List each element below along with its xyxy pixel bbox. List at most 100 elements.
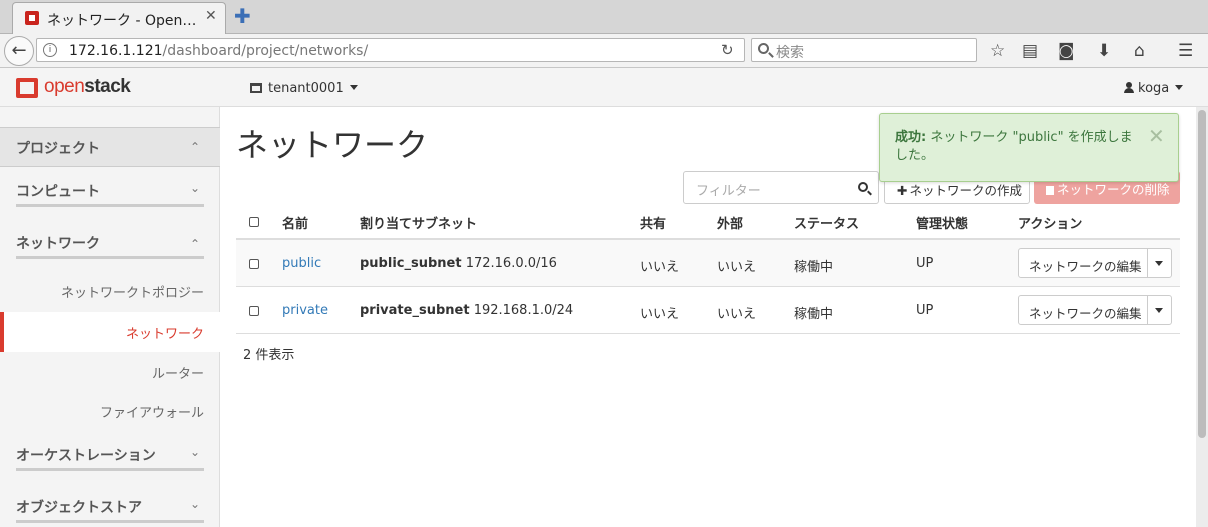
chevron-up-icon: ⌃ bbox=[190, 140, 201, 154]
subnet-name: public_subnet bbox=[360, 256, 462, 271]
close-icon[interactable]: ✕ bbox=[1148, 124, 1165, 148]
network-name-link[interactable]: private bbox=[282, 303, 328, 318]
chevron-down-icon bbox=[1155, 308, 1163, 313]
subnet-cell: private_subnet 192.168.1.0/24 bbox=[360, 303, 573, 318]
tenant-icon bbox=[250, 83, 262, 93]
sidebar-item-networks[interactable]: ネットワーク bbox=[0, 312, 220, 352]
column-header-admin-state[interactable]: 管理状態 bbox=[916, 213, 968, 232]
sidebar-group-label: コンピュート bbox=[16, 184, 100, 200]
chevron-down-icon: ⌄ bbox=[190, 497, 201, 511]
download-icon[interactable]: ⬇ bbox=[1097, 41, 1111, 61]
filter-placeholder: フィルター bbox=[696, 184, 761, 199]
chevron-up-icon: ⌃ bbox=[190, 237, 201, 251]
admin-state-cell: UP bbox=[916, 256, 934, 271]
sidebar-item-network-topology[interactable]: ネットワークトポロジー bbox=[0, 271, 220, 311]
column-header-external[interactable]: 外部 bbox=[717, 213, 743, 232]
network-name-link[interactable]: public bbox=[282, 256, 321, 271]
sidebar-group-compute[interactable]: コンピュート ⌄ bbox=[16, 175, 204, 207]
subnet-cidr: 172.16.0.0/16 bbox=[465, 256, 557, 271]
url-path: /dashboard/project/networks/ bbox=[162, 43, 369, 59]
url-text[interactable]: 172.16.1.121/dashboard/project/networks/ bbox=[69, 43, 368, 59]
openstack-header: openstack tenant0001 koga bbox=[0, 68, 1208, 107]
openstack-logo-text[interactable]: openstack bbox=[44, 76, 131, 98]
logo-open: open bbox=[44, 76, 85, 97]
browser-nav-bar: ← i 172.16.1.121/dashboard/project/netwo… bbox=[0, 34, 1208, 68]
url-bar[interactable]: i 172.16.1.121/dashboard/project/network… bbox=[36, 38, 745, 62]
plus-icon: ✚ bbox=[897, 183, 908, 198]
new-tab-icon[interactable]: ✚ bbox=[234, 4, 251, 28]
toast-body: ネットワーク "public" を作成しました。 bbox=[895, 130, 1133, 163]
external-cell: いいえ bbox=[717, 260, 757, 275]
back-button[interactable]: ← bbox=[4, 36, 34, 66]
sidebar-group-orchestration[interactable]: オーケストレーション ⌄ bbox=[16, 439, 204, 471]
menu-icon[interactable]: ☰ bbox=[1178, 41, 1193, 61]
sidebar-project[interactable]: プロジェクト ⌃ bbox=[0, 127, 220, 167]
sidebar-item-label: ネットワーク bbox=[125, 327, 204, 342]
toast-prefix: 成功: bbox=[895, 130, 927, 145]
info-icon[interactable]: i bbox=[43, 43, 57, 57]
user-dropdown[interactable]: koga bbox=[1124, 81, 1184, 96]
edit-network-button-group: ネットワークの編集 bbox=[1018, 248, 1172, 278]
openstack-logo-icon[interactable] bbox=[16, 78, 38, 98]
logo-stack: stack bbox=[84, 76, 131, 97]
search-icon[interactable] bbox=[858, 182, 868, 192]
admin-state-cell: UP bbox=[916, 303, 934, 318]
pocket-icon[interactable]: ◙ bbox=[1058, 41, 1075, 61]
column-header-status[interactable]: ステータス bbox=[794, 213, 859, 232]
column-header-subnets[interactable]: 割り当てサブネット bbox=[360, 213, 477, 232]
edit-network-button[interactable]: ネットワークの編集 bbox=[1029, 303, 1142, 322]
tenant-name: tenant0001 bbox=[268, 81, 344, 96]
sidebar-item-label: ファイアウォール bbox=[99, 406, 204, 421]
tab-close-icon[interactable]: ✕ bbox=[205, 8, 217, 24]
home-icon[interactable]: ⌂ bbox=[1134, 41, 1145, 61]
status-cell: 稼働中 bbox=[794, 260, 834, 275]
external-cell: いいえ bbox=[717, 307, 757, 322]
row-checkbox[interactable] bbox=[249, 259, 259, 269]
tenant-dropdown[interactable]: tenant0001 bbox=[250, 81, 358, 96]
row-actions-dropdown[interactable] bbox=[1147, 249, 1172, 277]
sidebar-group-label: オーケストレーション bbox=[16, 448, 156, 464]
scrollbar-thumb[interactable] bbox=[1198, 110, 1206, 438]
search-input[interactable]: 検索 bbox=[751, 38, 977, 62]
shared-cell: いいえ bbox=[640, 260, 680, 275]
chevron-down-icon: ⌄ bbox=[190, 445, 201, 459]
table-row: public public_subnet 172.16.0.0/16 いいえ い… bbox=[236, 240, 1180, 287]
subnet-cell: public_subnet 172.16.0.0/16 bbox=[360, 256, 557, 271]
row-actions-dropdown[interactable] bbox=[1147, 296, 1172, 324]
user-name: koga bbox=[1138, 81, 1170, 96]
sidebar-item-firewall[interactable]: ファイアウォール bbox=[0, 391, 220, 431]
sidebar-group-object-store[interactable]: オブジェクトストア ⌄ bbox=[16, 491, 204, 523]
item-count: 2 件表示 bbox=[243, 348, 295, 363]
delete-network-label: ネットワークの削除 bbox=[1057, 182, 1170, 197]
chevron-down-icon bbox=[1155, 261, 1163, 266]
edit-network-button-group: ネットワークの編集 bbox=[1018, 295, 1172, 325]
select-all-checkbox[interactable] bbox=[249, 217, 259, 227]
edit-network-button[interactable]: ネットワークの編集 bbox=[1029, 256, 1142, 275]
tab-title: ネットワーク - Open… bbox=[47, 13, 197, 29]
url-host: 172.16.1.121 bbox=[69, 43, 163, 59]
column-header-shared[interactable]: 共有 bbox=[640, 213, 666, 232]
filter-input[interactable]: フィルター bbox=[683, 171, 879, 204]
row-checkbox[interactable] bbox=[249, 306, 259, 316]
user-icon bbox=[1124, 82, 1134, 93]
sidebar-item-routers[interactable]: ルーター bbox=[0, 352, 220, 392]
status-cell: 稼働中 bbox=[794, 307, 834, 322]
subnet-name: private_subnet bbox=[360, 303, 470, 318]
search-placeholder: 検索 bbox=[776, 45, 804, 61]
table-row: private private_subnet 192.168.1.0/24 いい… bbox=[236, 287, 1180, 334]
table-header: 名前 割り当てサブネット 共有 外部 ステータス 管理状態 アクション bbox=[236, 204, 1180, 240]
browser-tab[interactable]: ネットワーク - Open… ✕ bbox=[12, 2, 226, 34]
page-title: ネットワーク bbox=[236, 126, 429, 164]
chevron-down-icon bbox=[1175, 85, 1184, 90]
trash-icon bbox=[1046, 186, 1054, 195]
openstack-favicon-icon bbox=[25, 11, 39, 25]
search-icon bbox=[758, 43, 769, 54]
reading-list-icon[interactable]: ▤ bbox=[1022, 41, 1038, 61]
sidebar-group-network[interactable]: ネットワーク ⌃ bbox=[16, 227, 204, 259]
sidebar-item-label: ネットワークトポロジー bbox=[60, 286, 204, 301]
bookmark-star-icon[interactable]: ☆ bbox=[990, 41, 1005, 61]
reload-icon[interactable]: ↻ bbox=[721, 41, 734, 59]
browser-tab-strip: ネットワーク - Open… ✕ ✚ bbox=[0, 0, 1208, 34]
column-header-name[interactable]: 名前 bbox=[282, 213, 308, 232]
sidebar-project-label: プロジェクト bbox=[16, 141, 100, 157]
